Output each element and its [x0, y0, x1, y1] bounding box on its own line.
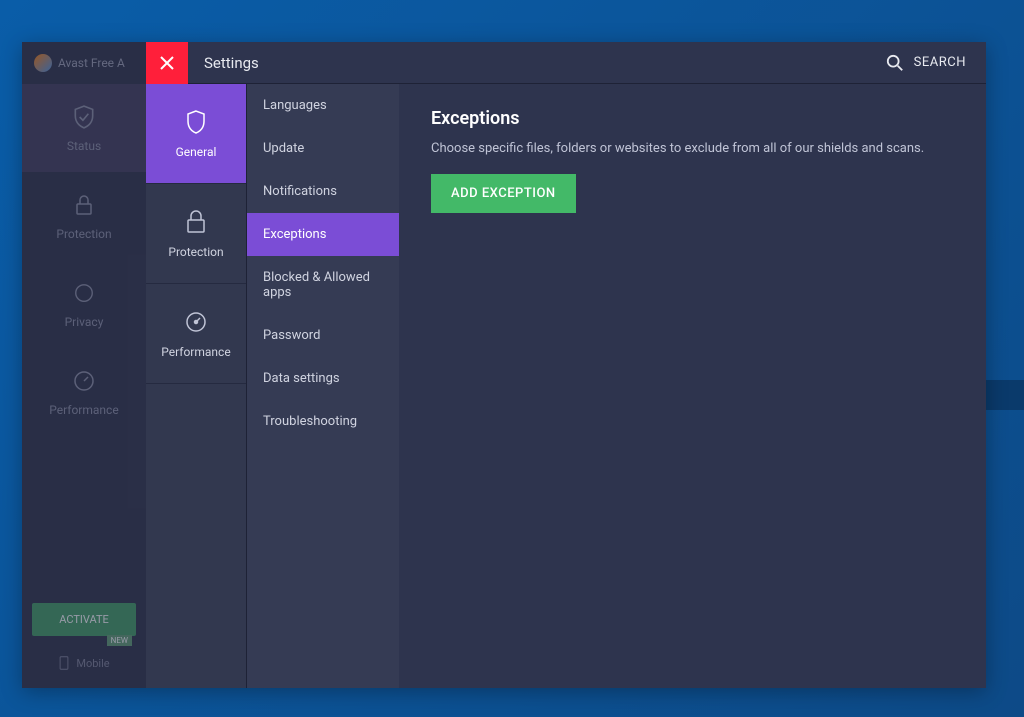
content-area: Exceptions Choose specific files, folder… — [399, 84, 986, 688]
submenu-item-languages[interactable]: Languages — [247, 84, 399, 127]
app-title-bar: Avast Free A — [22, 42, 146, 84]
submenu-item-update[interactable]: Update — [247, 127, 399, 170]
avast-logo-icon — [34, 54, 52, 72]
category-label: Protection — [168, 245, 223, 259]
lock-icon — [183, 209, 209, 235]
sidebar-item-privacy[interactable]: Privacy — [22, 260, 146, 348]
sidebar-item-status[interactable]: Status — [22, 84, 146, 172]
settings-header: Settings SEARCH — [146, 42, 986, 84]
gauge-icon — [183, 309, 209, 335]
submenu-item-data-settings[interactable]: Data settings — [247, 357, 399, 400]
submenu-sidebar: Languages Update Notifications Exception… — [247, 84, 399, 688]
shield-check-icon — [70, 103, 98, 131]
settings-body: General Protection — [146, 84, 986, 688]
sidebar-label: Protection — [56, 227, 111, 241]
settings-panel: Settings SEARCH General — [146, 42, 986, 688]
app-title-text: Avast Free A — [58, 56, 125, 70]
app-window: Avast Free A Status Protection — [22, 42, 986, 688]
close-button[interactable] — [146, 42, 188, 84]
add-exception-button[interactable]: ADD EXCEPTION — [431, 174, 576, 213]
category-sidebar: General Protection — [146, 84, 247, 688]
sidebar-item-protection[interactable]: Protection — [22, 172, 146, 260]
category-label: Performance — [161, 345, 230, 359]
sidebar-label: Privacy — [65, 315, 104, 329]
submenu-item-exceptions[interactable]: Exceptions — [247, 213, 399, 256]
gauge-icon — [70, 367, 98, 395]
privacy-icon — [70, 279, 98, 307]
category-item-protection[interactable]: Protection — [146, 184, 246, 284]
submenu-item-blocked-allowed[interactable]: Blocked & Allowed apps — [247, 256, 399, 314]
submenu-item-password[interactable]: Password — [247, 314, 399, 357]
activate-button[interactable]: ACTIVATE — [32, 603, 136, 636]
shield-icon — [183, 109, 209, 135]
new-badge: NEW — [107, 635, 132, 646]
search-icon — [886, 54, 904, 72]
category-label: General — [176, 145, 217, 159]
mobile-icon — [58, 656, 70, 670]
sidebar-item-performance[interactable]: Performance — [22, 348, 146, 436]
content-title: Exceptions — [431, 108, 954, 129]
search-button[interactable]: SEARCH — [886, 54, 966, 72]
content-description: Choose specific files, folders or websit… — [431, 141, 954, 156]
settings-title: Settings — [204, 54, 259, 72]
sidebar-label: Status — [67, 139, 101, 153]
close-icon — [160, 56, 174, 70]
sidebar-label: Performance — [49, 403, 118, 417]
category-item-performance[interactable]: Performance — [146, 284, 246, 384]
submenu-item-troubleshooting[interactable]: Troubleshooting — [247, 400, 399, 443]
category-item-general[interactable]: General — [146, 84, 246, 184]
mobile-link[interactable]: Mobile — [22, 648, 146, 678]
lock-icon — [70, 191, 98, 219]
submenu-item-notifications[interactable]: Notifications — [247, 170, 399, 213]
main-sidebar: Avast Free A Status Protection — [22, 42, 146, 688]
